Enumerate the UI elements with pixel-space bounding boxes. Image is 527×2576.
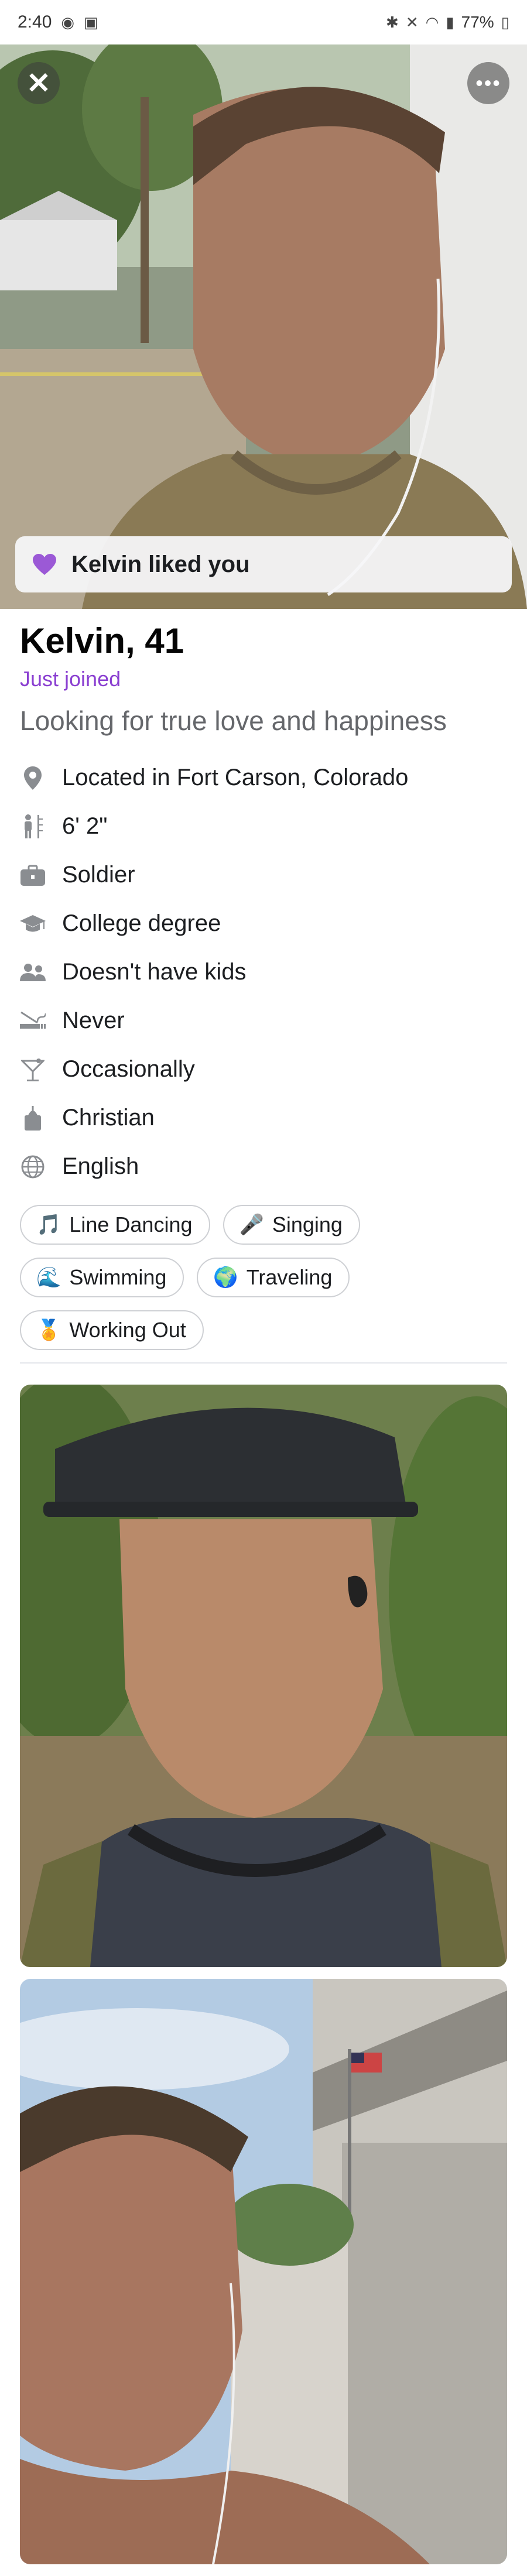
close-button[interactable]: ✕ <box>18 62 60 104</box>
interest-chip-working-out[interactable]: 🏅 Working Out <box>20 1310 204 1350</box>
bluetooth-icon: ✱ <box>386 13 399 31</box>
status-time: 2:40 <box>18 12 52 32</box>
just-joined-label: Just joined <box>20 667 121 691</box>
detail-kids: Doesn't have kids <box>20 948 507 996</box>
cocktail-icon <box>20 1057 46 1083</box>
microphone-icon: 🎤 <box>239 1214 264 1236</box>
detail-language-text: English <box>62 1153 139 1179</box>
photo-2-illustration <box>20 1385 507 1967</box>
status-left: 2:40 ◉ ▣ <box>18 12 98 32</box>
people-icon <box>20 960 46 985</box>
status-right: ✱ ✕ ◠ ▮ 77% ▯ <box>386 13 509 32</box>
briefcase-icon <box>20 862 46 888</box>
liked-you-text: Kelvin liked you <box>71 551 250 577</box>
detail-religion-text: Christian <box>62 1105 155 1131</box>
section-divider <box>20 1362 507 1364</box>
status-bar: 2:40 ◉ ▣ ✱ ✕ ◠ ▮ 77% ▯ <box>0 0 527 44</box>
detail-height-text: 6' 2" <box>62 813 108 839</box>
more-options-icon: ••• <box>475 71 501 95</box>
wifi-icon: ◠ <box>425 13 439 31</box>
detail-language: English <box>20 1142 507 1191</box>
hero-photo-illustration <box>0 44 527 609</box>
globe-icon <box>20 1154 46 1180</box>
detail-location-text: Located in Fort Carson, Colorado <box>62 765 409 790</box>
detail-occupation: Soldier <box>20 851 507 899</box>
detail-height: 6' 2" <box>20 802 507 851</box>
more-options-button[interactable]: ••• <box>467 62 509 104</box>
music-note-icon: 🎵 <box>36 1214 61 1236</box>
liked-you-banner: Kelvin liked you <box>15 536 512 592</box>
mute-icon: ✕ <box>405 13 419 31</box>
interest-label: Singing <box>272 1212 343 1236</box>
detail-smoking: Never <box>20 996 507 1045</box>
interest-label: Traveling <box>246 1265 333 1289</box>
profile-details-list: Located in Fort Carson, Colorado 6' 2" S… <box>20 753 507 1191</box>
profile-hero-photo[interactable]: ✕ ••• Kelvin liked you <box>0 44 527 609</box>
detail-smoking-text: Never <box>62 1008 125 1033</box>
height-icon <box>20 814 46 840</box>
wave-icon: 🌊 <box>36 1266 61 1289</box>
profile-name-age: Kelvin, 41 <box>20 621 184 660</box>
interest-chip-line-dancing[interactable]: 🎵 Line Dancing <box>20 1205 210 1245</box>
interest-chip-singing[interactable]: 🎤 Singing <box>223 1205 360 1245</box>
medal-icon: 🏅 <box>36 1319 61 1341</box>
battery-level: 77% <box>461 13 494 31</box>
profile-photo-2[interactable] <box>20 1385 507 1967</box>
location-pin-icon <box>20 765 46 791</box>
signal-icon: ▮ <box>446 13 454 31</box>
religion-icon <box>20 1105 46 1131</box>
interest-chip-swimming[interactable]: 🌊 Swimming <box>20 1258 184 1297</box>
profile-photo-3[interactable] <box>20 1979 507 2564</box>
battery-icon: ▯ <box>501 13 509 31</box>
interest-label: Swimming <box>69 1265 167 1289</box>
detail-kids-text: Doesn't have kids <box>62 959 247 985</box>
interest-label: Working Out <box>69 1318 186 1342</box>
messenger-icon: ◉ <box>61 13 75 31</box>
profile-tagline: Looking for true love and happiness <box>20 705 447 736</box>
smoking-icon <box>20 1008 46 1034</box>
detail-education: College degree <box>20 899 507 948</box>
heart-icon <box>33 554 56 575</box>
detail-location: Located in Fort Carson, Colorado <box>20 753 507 802</box>
detail-occupation-text: Soldier <box>62 862 135 888</box>
profile-info: Kelvin, 41 Just joined Looking for true … <box>20 618 507 1350</box>
interests-list: 🎵 Line Dancing 🎤 Singing 🌊 Swimming 🌍 Tr… <box>20 1205 465 1350</box>
graduation-cap-icon <box>20 911 46 937</box>
close-icon: ✕ <box>26 67 51 100</box>
detail-religion: Christian <box>20 1094 507 1142</box>
detail-drinking: Occasionally <box>20 1045 507 1094</box>
interest-chip-traveling[interactable]: 🌍 Traveling <box>197 1258 350 1297</box>
globe-emoji-icon: 🌍 <box>213 1266 238 1289</box>
gallery-icon: ▣ <box>84 13 98 31</box>
interest-label: Line Dancing <box>69 1212 193 1236</box>
detail-drinking-text: Occasionally <box>62 1056 195 1082</box>
photo-3-illustration <box>20 1979 507 2564</box>
detail-education-text: College degree <box>62 910 221 936</box>
